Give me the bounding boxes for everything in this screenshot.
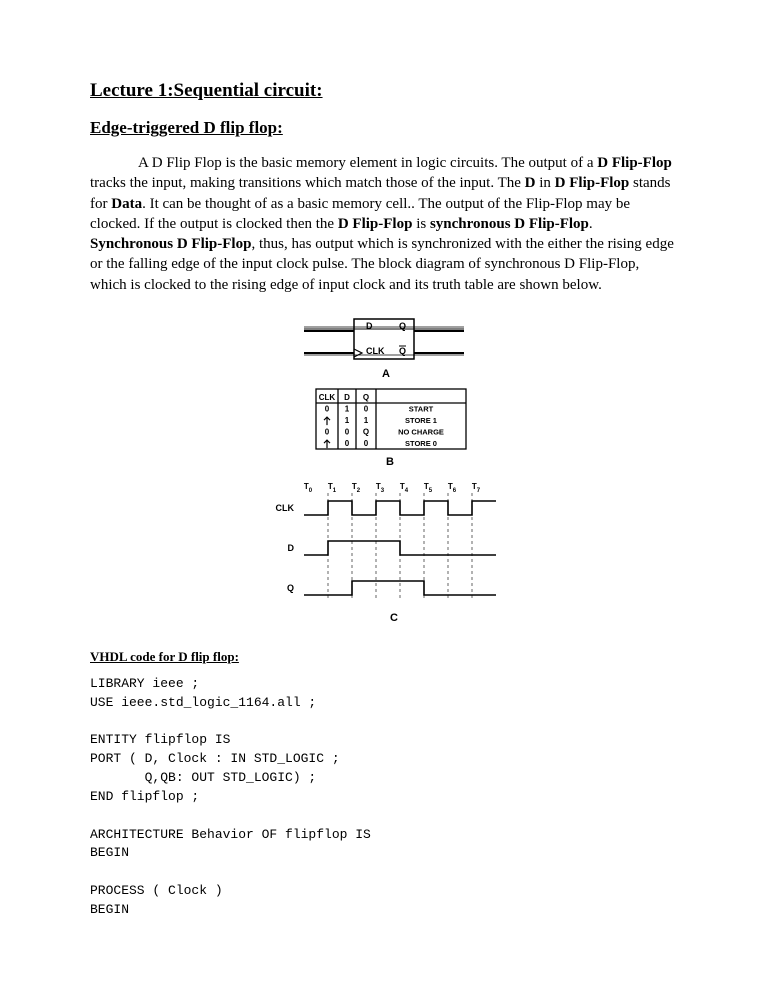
section-title: Edge-triggered D flip flop: — [90, 118, 678, 138]
text-run: tracks the input, making transitions whi… — [90, 175, 525, 191]
svg-text:1: 1 — [345, 404, 350, 413]
truth-table: CLK D Q B 0 1 0 START 1 1 STORE 1 0 0 Q NO CHARGE 0… — [316, 389, 466, 468]
svg-text:0: 0 — [345, 427, 350, 436]
body-paragraph: A D Flip Flop is the basic memory elemen… — [90, 153, 678, 295]
document-page: Lecture 1:Sequential circuit: Edge-trigg… — [0, 0, 768, 960]
svg-text:1: 1 — [345, 416, 350, 425]
text-run: in — [536, 175, 555, 191]
text-run: Data — [111, 196, 142, 212]
svg-text:STORE 1: STORE 1 — [405, 416, 437, 425]
text-run: D Flip-Flop — [555, 175, 630, 191]
label-c: C — [390, 612, 398, 624]
pin-d-label: D — [366, 321, 373, 331]
sig-clk: CLK — [276, 503, 295, 513]
text-run: synchronous D Flip-Flop — [430, 216, 589, 232]
vhdl-code-block: LIBRARY ieee ; USE ieee.std_logic_1164.a… — [90, 675, 678, 920]
svg-text:T6: T6 — [448, 482, 457, 494]
text-run: . — [589, 216, 593, 232]
svg-text:T5: T5 — [424, 482, 433, 494]
svg-text:0: 0 — [364, 439, 369, 448]
svg-text:T4: T4 — [400, 482, 409, 494]
text-run: D — [525, 175, 536, 191]
svg-text:T3: T3 — [376, 482, 385, 494]
svg-text:Q: Q — [363, 427, 369, 436]
text-run: Synchronous D Flip-Flop — [90, 236, 251, 252]
th-d: D — [344, 393, 350, 402]
svg-text:START: START — [409, 404, 434, 413]
th-q: Q — [363, 393, 369, 402]
text-run: is — [412, 216, 430, 232]
svg-text:0: 0 — [325, 427, 330, 436]
timing-diagram: CLK D Q C T0 T1 T2 T3 T4 T5 T6 T7 — [276, 482, 497, 624]
vhdl-heading: VHDL code for D flip flop: — [90, 649, 678, 665]
dff-figure: D Q CLK Q A CLK D Q — [254, 311, 514, 631]
pin-q-label: Q — [399, 321, 406, 331]
label-a: A — [382, 368, 390, 380]
svg-text:0: 0 — [364, 404, 369, 413]
svg-text:T0: T0 — [304, 482, 313, 494]
th-clk: CLK — [319, 393, 336, 402]
sig-q: Q — [287, 583, 294, 593]
svg-text:T7: T7 — [472, 482, 481, 494]
text-run: A D Flip Flop is the basic memory elemen… — [138, 155, 597, 171]
text-run: D Flip-Flop — [338, 216, 413, 232]
lecture-title: Lecture 1:Sequential circuit: — [90, 80, 678, 102]
pin-qbar-label: Q — [399, 346, 406, 356]
svg-text:T2: T2 — [352, 482, 361, 494]
block-symbol: D Q CLK Q A — [304, 319, 464, 380]
svg-text:STORE 0: STORE 0 — [405, 439, 437, 448]
pin-clk-label: CLK — [366, 346, 385, 356]
text-run: D Flip-Flop — [597, 155, 672, 171]
svg-text:T1: T1 — [328, 482, 337, 494]
figure-container: D Q CLK Q A CLK D Q — [90, 311, 678, 631]
svg-text:0: 0 — [345, 439, 350, 448]
sig-d: D — [288, 543, 295, 553]
svg-text:1: 1 — [364, 416, 369, 425]
label-b: B — [386, 456, 394, 468]
svg-text:NO CHARGE: NO CHARGE — [398, 427, 444, 436]
svg-text:0: 0 — [325, 404, 330, 413]
